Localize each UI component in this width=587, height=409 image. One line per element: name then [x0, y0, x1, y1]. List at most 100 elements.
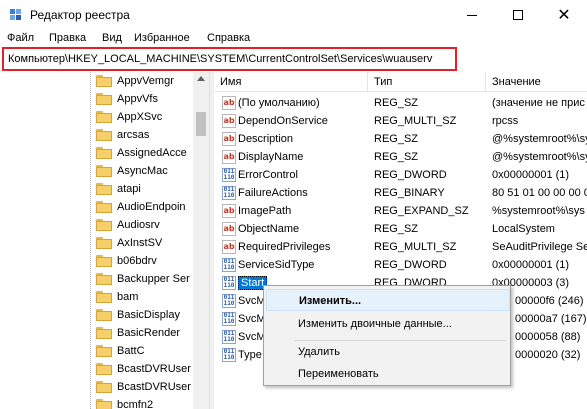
tree-item[interactable]: Audiosrv: [96, 216, 160, 234]
binary-value-icon: 011 110: [222, 258, 236, 272]
folder-icon: [96, 75, 112, 87]
menu-view[interactable]: Вид: [102, 32, 122, 44]
list-header: Имя Тип Значение: [214, 72, 587, 92]
value-data: 00000f6 (246): [515, 295, 584, 307]
menu-file[interactable]: Файл: [7, 32, 34, 44]
value-row[interactable]: ab ImagePath REG_EXPAND_SZ %systemroot%\…: [214, 202, 587, 220]
tree-item[interactable]: AppvVfs: [96, 90, 158, 108]
folder-icon: [96, 183, 112, 195]
value-row[interactable]: ab ObjectName REG_SZ LocalSystem: [214, 220, 587, 238]
string-value-icon: ab: [222, 150, 236, 164]
maximize-button[interactable]: [495, 0, 541, 30]
tree-item[interactable]: BcastDVRUser: [96, 378, 191, 396]
context-modify-binary[interactable]: Изменить двоичные данные...: [266, 313, 510, 335]
binary-value-icon: 011 110: [222, 348, 236, 362]
folder-icon: [96, 255, 112, 267]
key-tree[interactable]: AppvVemgr AppvVfs AppXSvc arcsas Assigne…: [0, 72, 209, 409]
value-type: REG_MULTI_SZ: [374, 115, 457, 127]
context-delete[interactable]: Удалить: [266, 341, 510, 363]
value-row[interactable]: ab (По умолчанию) REG_SZ (значение не пр…: [214, 94, 587, 112]
value-row[interactable]: 011 110 FailureActions REG_BINARY 80 51 0…: [214, 184, 587, 202]
value-data: @%systemroot%\sy: [492, 133, 587, 145]
value-data: @%systemroot%\sy: [492, 151, 587, 163]
tree-item[interactable]: BasicRender: [96, 324, 180, 342]
title-bar: Редактор реестра ✕: [0, 0, 587, 30]
tree-item[interactable]: bam: [96, 288, 138, 306]
value-type: REG_MULTI_SZ: [374, 241, 457, 253]
value-row[interactable]: ab Description REG_SZ @%systemroot%\sy: [214, 130, 587, 148]
tree-item[interactable]: bcmfn2: [96, 396, 153, 409]
scroll-thumb[interactable]: [196, 112, 206, 136]
context-modify[interactable]: Изменить...: [266, 289, 510, 311]
tree-item[interactable]: AsyncMac: [96, 162, 168, 180]
tree-item[interactable]: AssignedAcce: [96, 144, 187, 162]
tree-item[interactable]: BcastDVRUser: [96, 360, 191, 378]
value-type: REG_BINARY: [374, 187, 445, 199]
value-type: REG_SZ: [374, 151, 419, 163]
value-type: REG_SZ: [374, 223, 419, 235]
tree-item[interactable]: b06bdrv: [96, 252, 157, 270]
tree-item[interactable]: AppXSvc: [96, 108, 162, 126]
tree-scrollbar[interactable]: [193, 72, 209, 409]
folder-icon: [96, 273, 112, 285]
tree-item[interactable]: BasicDisplay: [96, 306, 180, 324]
folder-icon: [96, 147, 112, 159]
close-button[interactable]: ✕: [541, 0, 587, 30]
menu-favorites[interactable]: Избранное: [134, 32, 190, 44]
address-bar[interactable]: Компьютер\HKEY_LOCAL_MACHINE\SYSTEM\Curr…: [2, 47, 457, 71]
tree-item[interactable]: arcsas: [96, 126, 149, 144]
column-header-data[interactable]: Значение: [486, 72, 587, 92]
value-data: 0x00000001 (1): [492, 169, 570, 181]
value-data: LocalSystem: [492, 223, 555, 235]
tree-item[interactable]: BattC: [96, 342, 145, 360]
menu-help[interactable]: Справка: [207, 32, 250, 44]
value-name: (По умолчанию): [238, 97, 320, 109]
value-name: ServiceSidType: [238, 259, 315, 271]
tree-item[interactable]: Backupper Ser: [96, 270, 190, 288]
string-value-icon: ab: [222, 96, 236, 110]
tree-item[interactable]: atapi: [96, 180, 141, 198]
folder-icon: [96, 327, 112, 339]
value-type: REG_SZ: [374, 133, 419, 145]
value-name: DisplayName: [238, 151, 304, 163]
value-name: DependOnService: [238, 115, 328, 127]
tree-item[interactable]: AxInstSV: [96, 234, 162, 252]
string-value-icon: ab: [222, 132, 236, 146]
value-row[interactable]: ab DisplayName REG_SZ @%systemroot%\sy: [214, 148, 587, 166]
folder-icon: [96, 129, 112, 141]
folder-icon: [96, 399, 112, 409]
value-row[interactable]: ab RequiredPrivileges REG_MULTI_SZ SeAud…: [214, 238, 587, 256]
value-data: 00000a7 (167): [515, 313, 587, 325]
registry-editor-icon: [10, 9, 21, 20]
column-header-name[interactable]: Имя: [214, 72, 368, 92]
folder-icon: [96, 111, 112, 123]
window-title: Редактор реестра: [30, 8, 130, 22]
menu-edit[interactable]: Правка: [49, 32, 86, 44]
folder-icon: [96, 345, 112, 357]
binary-value-icon: 011 110: [222, 186, 236, 200]
column-header-type[interactable]: Тип: [368, 72, 486, 92]
value-row[interactable]: 011 110 ErrorControl REG_DWORD 0x00000001…: [214, 166, 587, 184]
value-row[interactable]: ab DependOnService REG_MULTI_SZ rpcss: [214, 112, 587, 130]
binary-value-icon: 011 110: [222, 168, 236, 182]
binary-value-icon: 011 110: [222, 312, 236, 326]
context-rename[interactable]: Переименовать: [266, 363, 510, 385]
minimize-button[interactable]: [449, 0, 495, 30]
scroll-up-arrow-icon[interactable]: [197, 76, 205, 81]
binary-value-icon: 011 110: [222, 276, 236, 290]
folder-icon: [96, 363, 112, 375]
value-name: Description: [238, 133, 294, 145]
folder-icon: [96, 237, 112, 249]
value-data: %systemroot%\sys: [492, 205, 585, 217]
value-data: rpcss: [492, 115, 519, 127]
tree-item[interactable]: AppvVemgr: [96, 72, 174, 90]
menu-bar: Файл Правка Вид Избранное Справка: [0, 30, 587, 47]
binary-value-icon: 011 110: [222, 294, 236, 308]
folder-icon: [96, 381, 112, 393]
tree-item[interactable]: AudioEndpoin: [96, 198, 186, 216]
value-row[interactable]: 011 110 ServiceSidType REG_DWORD 0x000000…: [214, 256, 587, 274]
address-path: Компьютер\HKEY_LOCAL_MACHINE\SYSTEM\Curr…: [8, 53, 433, 65]
value-data: (значение не прис: [492, 97, 585, 109]
value-type: REG_EXPAND_SZ: [374, 205, 469, 217]
value-name: ErrorControl: [238, 169, 298, 181]
